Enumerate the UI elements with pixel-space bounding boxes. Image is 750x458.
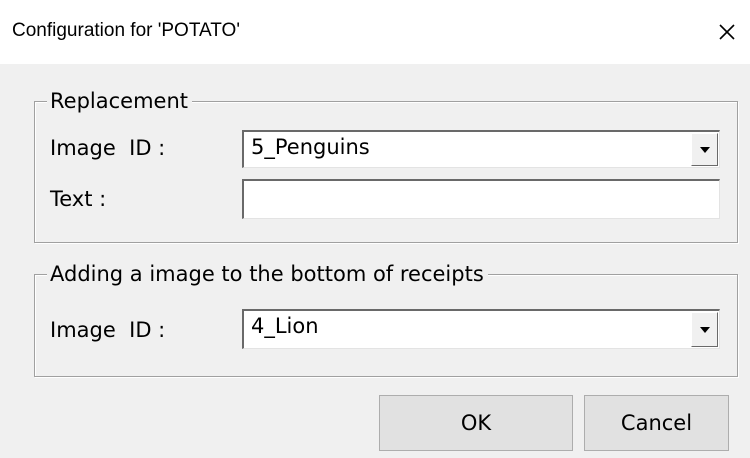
receipt-image-id-select[interactable]: 4_Lion — [242, 309, 720, 349]
replacement-image-id-select[interactable]: 5_Penguins — [242, 130, 720, 168]
receipt-image-id-value: 4_Lion — [251, 314, 319, 338]
ok-button[interactable]: OK — [379, 395, 573, 451]
close-icon — [719, 24, 735, 40]
replacement-text-input[interactable] — [242, 179, 720, 219]
replacement-image-id-dropdown-button[interactable] — [691, 133, 718, 166]
receipt-image-id-label: Image ID : — [50, 318, 166, 342]
chevron-down-icon — [699, 326, 710, 333]
window-title: Configuration for 'POTATO' — [12, 20, 240, 41]
replacement-image-id-value: 5_Penguins — [251, 135, 370, 159]
receipt-image-id-dropdown-button[interactable] — [691, 312, 718, 347]
replacement-text-label: Text : — [50, 187, 107, 211]
receipt-image-legend: Adding a image to the bottom of receipts — [47, 261, 488, 287]
close-button[interactable] — [704, 0, 750, 64]
replacement-legend: Replacement — [47, 88, 192, 114]
title-bar: Configuration for 'POTATO' — [0, 0, 750, 64]
cancel-button[interactable]: Cancel — [584, 395, 729, 451]
replacement-image-id-label: Image ID : — [50, 136, 166, 160]
replacement-group: Replacement — [34, 88, 738, 243]
chevron-down-icon — [699, 146, 710, 153]
